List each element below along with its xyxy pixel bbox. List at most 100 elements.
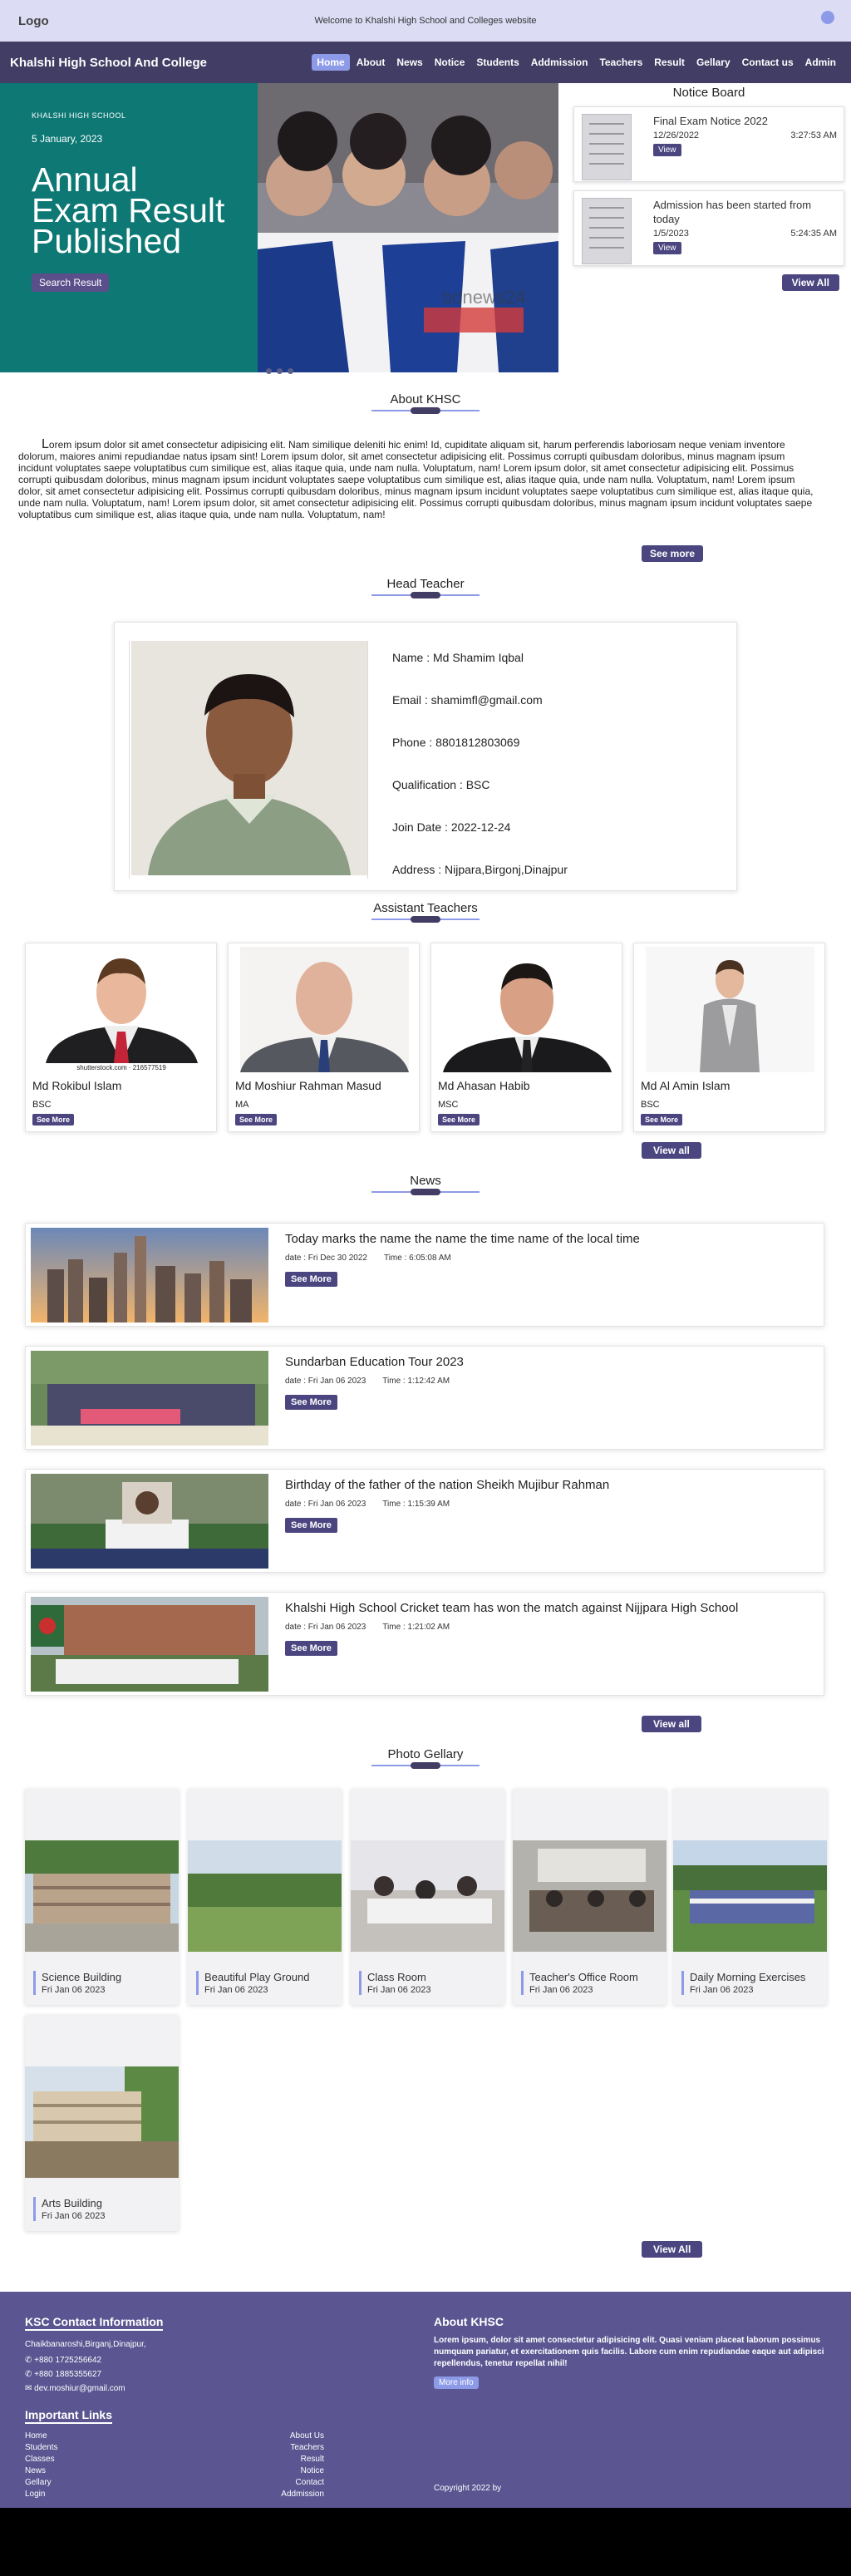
navbar: Khalshi High School And College Home Abo…	[0, 42, 851, 83]
email-icon: ✉	[25, 2384, 35, 2393]
teacher-see-more-button[interactable]: See More	[235, 1114, 278, 1125]
news-image	[31, 1474, 268, 1569]
news-time: Time : 6:05:08 AM	[383, 1254, 451, 1263]
footer-link-contact[interactable]: Contact	[224, 2477, 324, 2489]
footer-phone: +880 1725256642	[34, 2356, 102, 2365]
footer-link-admission[interactable]: Addmission	[224, 2489, 324, 2500]
nav-result[interactable]: Result	[649, 54, 690, 71]
teacher-card: shutterstock.com · 216577519 Md Rokibul …	[25, 943, 217, 1132]
news-title[interactable]: Sundarban Education Tour 2023	[285, 1355, 464, 1369]
assistant-teachers-section-title: Assistant Teachers	[0, 901, 851, 923]
hero-image: bdnews24	[258, 83, 558, 372]
footer-link-students[interactable]: Students	[25, 2442, 57, 2454]
notice-thumbnail	[582, 198, 632, 264]
news-see-more-button[interactable]: See More	[285, 1641, 337, 1656]
notice-view-all-button[interactable]: View All	[781, 274, 839, 291]
gallery-caption-title: Beautiful Play Ground	[204, 1971, 310, 1983]
footer-email[interactable]: dev.moshiur@gmail.com	[34, 2384, 125, 2393]
news-see-more-button[interactable]: See More	[285, 1395, 337, 1410]
teacher-see-more-button[interactable]: See More	[438, 1114, 480, 1125]
phone-icon: ✆	[25, 2356, 35, 2365]
gallery-card[interactable]: Teacher's Office Room Fri Jan 06 2023	[513, 1789, 667, 2005]
news-title[interactable]: Today marks the name the name the time n…	[285, 1232, 640, 1246]
teacher-card: Md Al Amin Islam BSC See More	[633, 943, 825, 1132]
teacher-see-more-button[interactable]: See More	[641, 1114, 683, 1125]
nav-home[interactable]: Home	[312, 54, 350, 71]
news-meta: date : Fri Jan 06 2023 Time : 1:21:02 AM	[285, 1623, 466, 1632]
teacher-degree: BSC	[32, 1100, 52, 1110]
slider-dot[interactable]	[266, 368, 272, 374]
gallery-section-title: Photo Gellary	[0, 1747, 851, 1769]
news-see-more-button[interactable]: See More	[285, 1518, 337, 1533]
gallery-card[interactable]: Beautiful Play Ground Fri Jan 06 2023	[188, 1789, 342, 2005]
nav-news[interactable]: News	[391, 54, 427, 71]
about-see-more-button[interactable]: See more	[642, 545, 704, 562]
footer-more-info-button[interactable]: More info	[434, 2377, 479, 2389]
teacher-photo	[443, 947, 612, 1072]
head-teacher-join-date: Join Date : 2022-12-24	[392, 820, 511, 834]
teacher-photo: shutterstock.com · 216577519	[37, 947, 206, 1072]
gallery-caption-date: Fri Jan 06 2023	[529, 1985, 593, 1995]
news-view-all-button[interactable]: View all	[642, 1716, 701, 1732]
news-date: date : Fri Dec 30 2022	[285, 1254, 367, 1263]
notice-view-button[interactable]: View	[653, 144, 681, 156]
nav-teachers[interactable]: Teachers	[594, 54, 647, 71]
about-title: About KHSC	[390, 392, 461, 406]
gallery-caption-date: Fri Jan 06 2023	[690, 1985, 754, 1995]
footer-about-text: Lorem ipsum, dolor sit amet consectetur …	[434, 2336, 824, 2368]
gallery-card[interactable]: Arts Building Fri Jan 06 2023	[25, 2015, 179, 2231]
notice-date: 12/26/2022	[653, 131, 700, 140]
notice-view-button[interactable]: View	[653, 242, 681, 254]
teacher-name: Md Rokibul Islam	[32, 1079, 122, 1092]
site-brand[interactable]: Khalshi High School And College	[10, 56, 207, 70]
slider-dot[interactable]	[277, 368, 283, 374]
footer-link-home[interactable]: Home	[25, 2431, 57, 2442]
notice-title: Final Exam Notice 2022	[653, 115, 769, 127]
nav-menu: Home About News Notice Students Addmissi…	[310, 54, 841, 71]
news-date: date : Fri Jan 06 2023	[285, 1377, 366, 1386]
teacher-see-more-button[interactable]: See More	[32, 1114, 75, 1125]
nav-students[interactable]: Students	[471, 54, 524, 71]
gallery-card[interactable]: Daily Morning Exercises Fri Jan 06 2023	[673, 1789, 827, 2005]
teachers-view-all-button[interactable]: View all	[642, 1142, 701, 1159]
gallery-caption-title: Science Building	[42, 1971, 122, 1983]
teacher-name: Md Al Amin Islam	[641, 1079, 730, 1092]
footer-link-about[interactable]: About Us	[224, 2431, 324, 2442]
notice-thumbnail	[582, 114, 632, 180]
teacher-degree: MSC	[438, 1100, 459, 1110]
footer-link-login[interactable]: Login	[25, 2489, 57, 2500]
user-icon[interactable]	[821, 11, 834, 24]
nav-notice[interactable]: Notice	[430, 54, 470, 71]
search-result-button[interactable]: Search Result	[32, 273, 110, 292]
gallery-image	[188, 1840, 342, 1952]
nav-about[interactable]: About	[352, 54, 391, 71]
news-see-more-button[interactable]: See More	[285, 1272, 337, 1287]
news-title[interactable]: Khalshi High School Cricket team has won…	[285, 1601, 738, 1615]
gallery-image	[351, 1840, 504, 1952]
gallery-view-all-button[interactable]: View All	[642, 2241, 703, 2258]
footer-link-classes[interactable]: Classes	[25, 2454, 57, 2465]
footer-link-gallery[interactable]: Gellary	[25, 2477, 57, 2489]
footer-link-notice[interactable]: Notice	[224, 2465, 324, 2477]
head-teacher-address: Address : Nijpara,Birgonj,Dinajpur	[392, 863, 568, 876]
gallery-card[interactable]: Class Room Fri Jan 06 2023	[351, 1789, 504, 2005]
gallery-caption-date: Fri Jan 06 2023	[42, 1985, 106, 1995]
notice-title: Admission has been started from today	[653, 199, 812, 225]
footer-link-teachers[interactable]: Teachers	[224, 2442, 324, 2454]
news-title: News	[410, 1174, 441, 1188]
footer-link-result[interactable]: Result	[224, 2454, 324, 2465]
news-meta: date : Fri Jan 06 2023 Time : 1:12:42 AM	[285, 1377, 466, 1386]
nav-admission[interactable]: Addmission	[526, 54, 593, 71]
gallery-card[interactable]: Science Building Fri Jan 06 2023	[25, 1789, 179, 2005]
gallery-image	[25, 2066, 179, 2178]
news-meta: date : Fri Dec 30 2022 Time : 6:05:08 AM	[285, 1254, 468, 1263]
news-title[interactable]: Birthday of the father of the nation She…	[285, 1478, 609, 1492]
nav-admin[interactable]: Admin	[800, 54, 841, 71]
footer-link-news[interactable]: News	[25, 2465, 57, 2477]
nav-contact[interactable]: Contact us	[737, 54, 799, 71]
slider-dot[interactable]	[288, 368, 293, 374]
notice-date: 1/5/2023	[653, 229, 689, 239]
nav-gallery[interactable]: Gellary	[691, 54, 735, 71]
hero-caption: KHALSHI HIGH SCHOOL 5 January, 2023 Annu…	[0, 83, 258, 372]
photo-caption: shutterstock.com · 216577519	[76, 1064, 166, 1071]
